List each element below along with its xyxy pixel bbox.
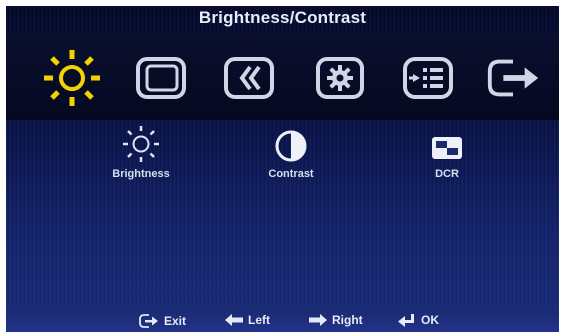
- dcr-label: DCR: [435, 168, 459, 180]
- dcr-option[interactable]: DCR: [392, 120, 502, 180]
- options-gear-icon: [316, 57, 364, 99]
- tab-brightness-contrast[interactable]: [42, 48, 102, 108]
- tab-input-source[interactable]: [398, 48, 458, 108]
- contrast-option[interactable]: Contrast: [236, 120, 346, 180]
- dcr-icon: [432, 137, 462, 159]
- sun-outline-icon: [123, 126, 159, 162]
- image-properties-icon: [224, 57, 274, 99]
- contrast-label: Contrast: [268, 168, 314, 180]
- menu-title: Brightness/Contrast: [198, 8, 367, 27]
- osd-menu: Brightness/Contrast Brightness Contrast …: [6, 6, 559, 332]
- hint-exit-label: Exit: [164, 314, 187, 328]
- hint-right: Right: [308, 313, 363, 327]
- arrow-left-icon: [225, 314, 243, 326]
- exit-icon: [139, 314, 158, 328]
- tab-image-properties[interactable]: [220, 48, 280, 108]
- menu-content: Brightness Contrast DCR: [6, 120, 559, 300]
- exit-icon: [487, 59, 539, 97]
- menu-tab-bar: [6, 34, 559, 120]
- tab-options[interactable]: [310, 48, 370, 108]
- hint-exit: Exit: [138, 313, 186, 329]
- hint-left: Left: [224, 313, 270, 327]
- image-position-icon: [136, 57, 186, 99]
- hint-left-label: Left: [248, 313, 270, 327]
- enter-icon: [398, 314, 414, 327]
- input-source-icon: [403, 57, 453, 99]
- hint-ok: OK: [397, 313, 439, 327]
- hint-right-label: Right: [332, 313, 363, 327]
- sun-icon: [44, 50, 100, 106]
- monitor-screen: Brightness/Contrast Brightness Contrast …: [0, 0, 563, 336]
- brightness-option[interactable]: Brightness: [86, 120, 196, 180]
- key-hint-bar: Exit Left Right OK: [6, 310, 559, 332]
- hint-ok-label: OK: [421, 313, 439, 327]
- tab-image-position[interactable]: [132, 48, 192, 108]
- half-circle-icon: [275, 130, 307, 162]
- brightness-label: Brightness: [112, 168, 170, 180]
- arrow-right-icon: [309, 314, 327, 326]
- tab-exit[interactable]: [484, 48, 544, 108]
